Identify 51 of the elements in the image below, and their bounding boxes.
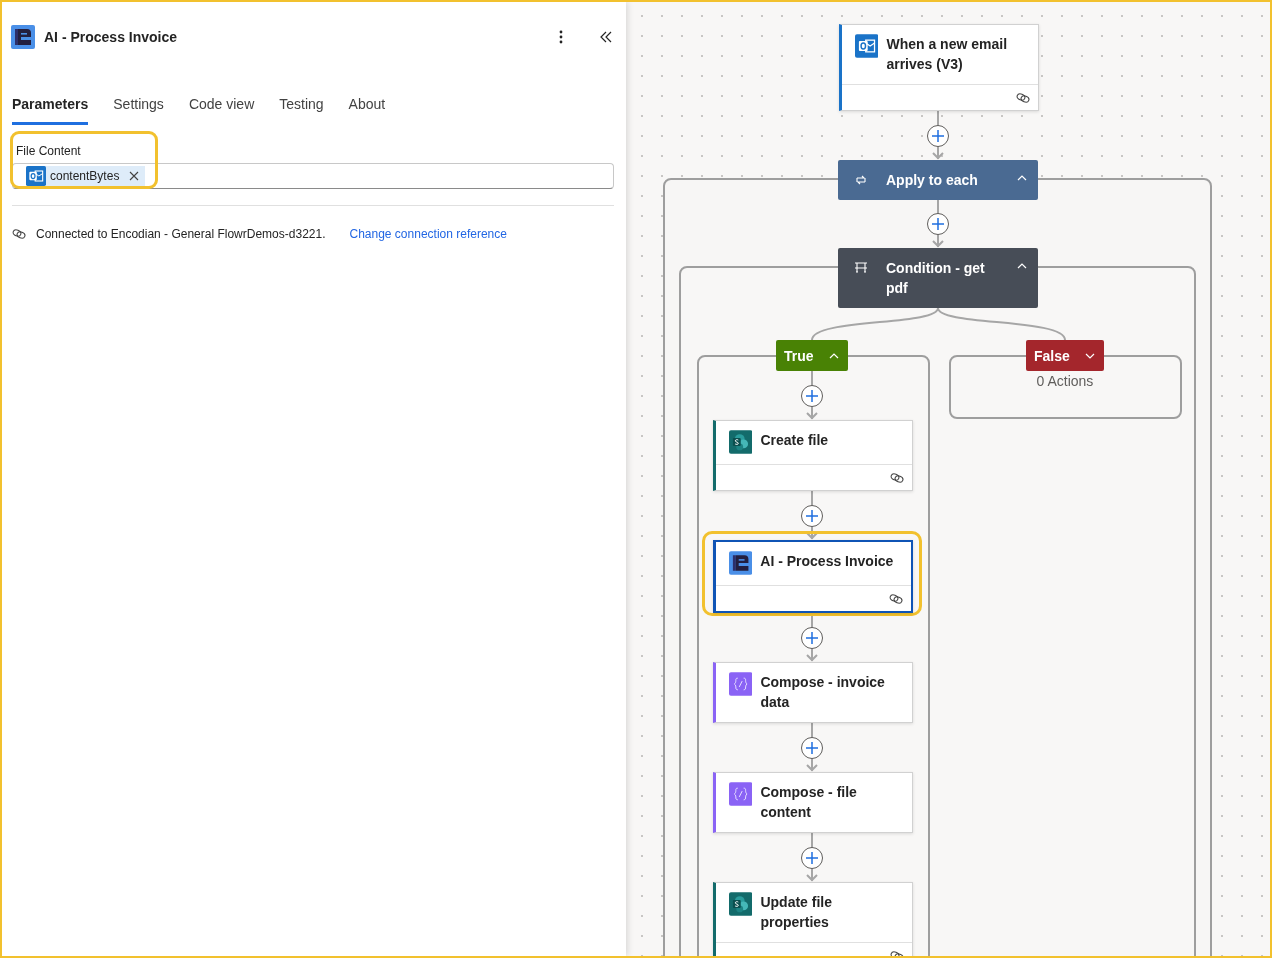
action-card[interactable]: Update file properties: [713, 882, 913, 956]
add-step-button[interactable]: [927, 124, 949, 147]
link-icon: [889, 592, 903, 605]
close-icon[interactable]: [129, 171, 140, 181]
condition-header[interactable]: Condition - get pdf: [838, 248, 1038, 308]
mail-app-icon: [855, 34, 879, 58]
loop-header[interactable]: Apply to each: [838, 160, 1038, 200]
action-count: 0 Actions: [1036, 373, 1094, 389]
action-card[interactable]: Compose - invoice data: [713, 662, 913, 723]
panel-tab[interactable]: Parameters: [12, 92, 89, 125]
panel-title: AI - Process Invoice: [44, 29, 179, 45]
logo-icon: [729, 551, 753, 575]
action-title: When a new email arrives (V3): [886, 35, 1009, 74]
circles-app-icon: [729, 430, 753, 454]
plus-icon: [805, 850, 819, 865]
collapse-panel-icon[interactable]: [598, 29, 614, 45]
action-title: Create file: [760, 431, 830, 450]
link-icon: [890, 471, 904, 484]
mail-app-icon: [26, 166, 46, 186]
field-label: File Content: [15, 144, 82, 158]
link-icon: [12, 228, 26, 240]
action-card[interactable]: AI - Process Invoice: [713, 540, 913, 613]
action-title: Compose - invoice data: [760, 673, 886, 712]
loop-icon: [854, 173, 868, 187]
action-card[interactable]: Compose - file content: [713, 772, 913, 833]
action-card[interactable]: When a new email arrives (V3): [839, 24, 1039, 111]
action-title: AI - Process Invoice: [760, 552, 895, 571]
connection-status: Connected to Encodian - General FlowrDemos-d3221.: [36, 227, 326, 241]
plus-icon: [931, 128, 945, 143]
plus-icon: [805, 630, 819, 645]
panel-tab[interactable]: About: [348, 92, 386, 125]
content-token[interactable]: contentBytes: [26, 166, 146, 186]
circles-app-icon: [729, 892, 753, 916]
plus-icon: [805, 388, 819, 403]
link-icon: [1016, 91, 1030, 104]
panel-tab[interactable]: Code view: [188, 92, 255, 125]
branch-toggle[interactable]: False: [1026, 340, 1104, 371]
branch-toggle[interactable]: True: [776, 340, 848, 371]
action-card[interactable]: Create file: [713, 420, 913, 491]
plus-icon: [805, 740, 819, 755]
plus-icon: [931, 217, 945, 231]
braces-app-icon: [729, 782, 753, 806]
change-connection-link[interactable]: Change connection reference: [349, 227, 507, 241]
panel-tab[interactable]: Settings: [113, 92, 164, 125]
logo-icon: [11, 25, 35, 49]
plus-icon: [805, 508, 819, 523]
braces-app-icon: [729, 672, 753, 696]
panel-tab[interactable]: Testing: [279, 92, 324, 125]
action-title: Update file properties: [760, 893, 833, 932]
condition-icon: [854, 261, 868, 275]
action-title: Compose - file content: [760, 783, 858, 822]
